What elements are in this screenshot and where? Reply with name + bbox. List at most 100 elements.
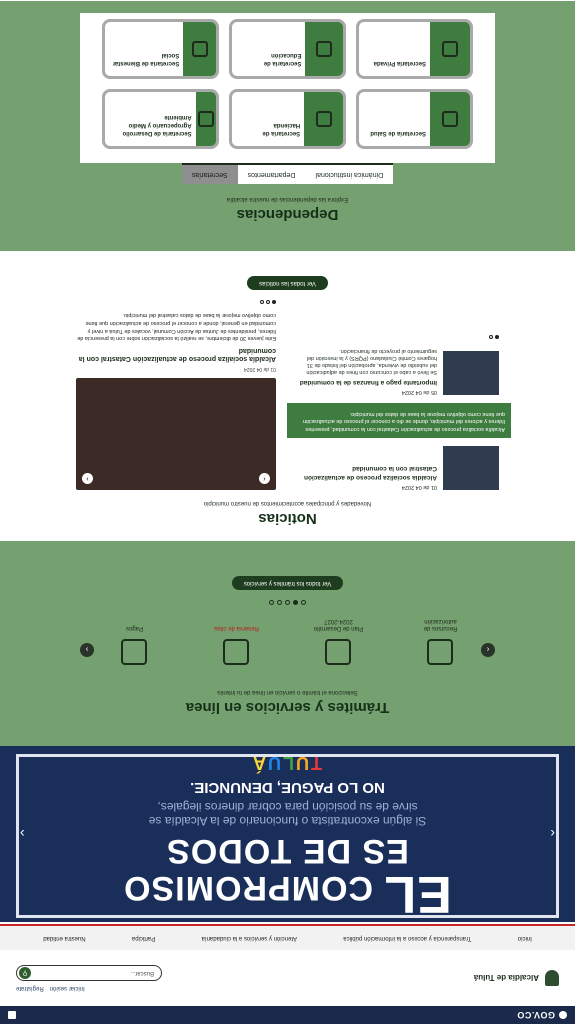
payment-icon — [121, 639, 148, 665]
news-headline: Alcaldía socializa proceso de actualizac… — [78, 346, 276, 362]
news-date: 01 de 04 2024 — [244, 366, 276, 372]
tramite-label: Reserva de citas — [214, 625, 259, 631]
news-main[interactable]: ‹ › 01 de 04 2024 Alcaldía socializa pro… — [76, 300, 276, 490]
dep-card-label: Secretaría de Educación — [263, 52, 302, 66]
news-excerpt: Este jueves 30 de diciembre, se realizó … — [77, 312, 276, 342]
tramite-pagos[interactable]: Pagos — [105, 617, 165, 665]
leaf-icon — [195, 92, 216, 146]
tramites-title: Trámites y servicios en línea — [185, 699, 390, 716]
page-dot[interactable] — [269, 599, 274, 605]
dep-card-agropecuario[interactable]: Secretaría de Desarrollo Agropecuario y … — [102, 89, 219, 149]
news-headline: Importante pago a finanzas de la comunid… — [299, 378, 437, 386]
hero-title: EL COMPROMISO ES DE TODOS — [123, 832, 452, 922]
book-icon — [305, 22, 343, 76]
nav-item-transparencia[interactable]: Transparencia y acceso a la información … — [343, 935, 471, 941]
people-icon — [183, 22, 216, 76]
nav-item-inicio[interactable]: Inicio — [518, 935, 532, 941]
news-side-body: 05 de 04 2024 Importante pago a finanzas… — [299, 347, 437, 395]
news-side-pagination — [299, 334, 499, 339]
tab-departamentos[interactable]: Departamentos — [237, 163, 306, 184]
page-dot-active[interactable] — [495, 334, 499, 339]
news-excerpt: Se llevó a cabo el concurso con fines de… — [306, 347, 437, 376]
nav-item-participa[interactable]: Participa — [132, 935, 155, 941]
finance-icon — [304, 92, 343, 146]
brand-name: Alcaldía de Tuluá — [473, 973, 539, 983]
nav-item-nuestra-entidad[interactable]: Nuestra entidad — [43, 935, 85, 941]
news-side-item[interactable]: 05 de 04 2024 Importante pago a finanzas… — [299, 347, 499, 395]
tulua-logo: T U L U Á — [253, 752, 322, 773]
page-dot-active[interactable] — [293, 599, 298, 605]
header: Alcaldía de Tuluá Iniciar sesión Regístr… — [0, 950, 575, 1006]
nav-item-atencion[interactable]: Atención y servicios a la ciudadanía — [202, 935, 297, 941]
dependencias-title: Dependencias — [236, 206, 339, 223]
dep-card-label: Secretaría de Salud — [370, 130, 426, 136]
dep-card-privada[interactable]: Secretaría Privada — [356, 19, 473, 79]
news-thumbnail — [443, 350, 499, 395]
govco-logo[interactable]: GOV.CO — [517, 1010, 567, 1020]
dep-card-hacienda[interactable]: Secretaría de Hacienda — [229, 89, 346, 149]
dep-card-salud[interactable]: Secretaría de Salud — [356, 89, 473, 149]
logo-letter: T — [311, 752, 322, 773]
auth-links: Iniciar sesión Regístrate — [16, 985, 85, 991]
tramites-next-icon[interactable]: › — [80, 643, 94, 657]
news-next-icon[interactable]: › — [82, 473, 93, 484]
news-thumbnail — [443, 446, 499, 490]
page-dot[interactable] — [489, 334, 493, 339]
login-link[interactable]: Iniciar sesión — [50, 985, 85, 991]
hero-prev-icon[interactable]: ‹ — [550, 826, 555, 842]
news-highlight[interactable]: Alcaldía socializa proceso de actualizac… — [287, 402, 511, 438]
tramite-label: Plan de Desarrollo 2024-2027 — [313, 617, 364, 631]
search-box[interactable]: Buscar... ⚲ — [16, 965, 162, 981]
gov-bar: GOV.CO — [0, 1006, 575, 1024]
language-icon[interactable] — [8, 1011, 16, 1019]
hero-banner: EL COMPROMISO ES DE TODOS Si algún excon… — [0, 746, 575, 922]
building-icon — [430, 22, 470, 76]
logo-letter: Á — [253, 752, 266, 773]
noticias-section: Noticias Novedades y principales acontec… — [0, 251, 575, 541]
tab-dinamica[interactable]: Dinámica institucional — [305, 163, 394, 184]
search-icon[interactable]: ⚲ — [19, 967, 31, 979]
news-side-list: 01 de 04 2024 Alcaldía socializa proceso… — [287, 300, 511, 490]
search-input[interactable]: Buscar... — [131, 970, 154, 976]
coat-of-arms-icon — [545, 970, 559, 986]
page-dot[interactable] — [301, 599, 306, 605]
hero-subtitle: Si algún excontratista o funcionario de … — [149, 800, 427, 828]
news-side-item[interactable]: 01 de 04 2024 Alcaldía socializa proceso… — [299, 446, 499, 490]
tramite-plan-desarrollo[interactable]: Plan de Desarrollo 2024-2027 — [309, 617, 369, 665]
tramite-recursos[interactable]: Recursos de autorización — [411, 617, 471, 665]
logo-letter: L — [283, 752, 294, 773]
all-news-button[interactable]: Ver todas las noticias — [247, 276, 328, 291]
news-main-image: ‹ › — [76, 378, 276, 490]
news-side-body: 01 de 04 2024 Alcaldía socializa proceso… — [299, 446, 437, 490]
all-tramites-button[interactable]: Ver todos los trámites y servicios — [231, 575, 344, 590]
noticias-title: Noticias — [258, 510, 317, 527]
calendar-icon — [223, 639, 250, 665]
tab-secretarias[interactable]: Secretarías — [181, 163, 238, 184]
map-icon — [325, 639, 352, 665]
page-dot-active[interactable] — [272, 300, 276, 305]
dep-card-bienestar[interactable]: Secretaría de Bienestar Social — [102, 19, 219, 79]
tramites-subtitle: Selecciona el trámite o servicio en líne… — [217, 689, 358, 695]
tramites-prev-icon[interactable]: ‹ — [481, 643, 495, 657]
noticias-subtitle: Novedades y principales acontecimientos … — [203, 500, 372, 506]
main-nav: Inicio Transparencia y acceso a la infor… — [0, 924, 575, 950]
page-dot[interactable] — [277, 599, 282, 605]
brand[interactable]: Alcaldía de Tuluá — [474, 970, 559, 986]
news-headline: Alcaldía socializa proceso de actualizac… — [304, 465, 437, 481]
dependencias-subtitle: Explora las dependencias de nuestra alca… — [226, 196, 349, 202]
dep-card-educacion[interactable]: Secretaría de Educación — [229, 19, 346, 79]
tramite-reserva-citas[interactable]: Reserva de citas — [207, 617, 267, 665]
hero-frame: EL COMPROMISO ES DE TODOS Si algún excon… — [16, 752, 559, 922]
register-link[interactable]: Regístrate — [16, 985, 44, 991]
page-dot[interactable] — [260, 300, 264, 305]
hero-next-icon[interactable]: › — [20, 826, 25, 842]
page-dot[interactable] — [285, 599, 290, 605]
news-prev-icon[interactable]: ‹ — [259, 473, 270, 484]
page-dot[interactable] — [266, 300, 270, 305]
header-right: Iniciar sesión Regístrate Buscar... ⚲ — [16, 965, 162, 991]
tramite-label: Pagos — [126, 625, 144, 631]
logo-letter: U — [296, 752, 309, 773]
news-date: 01 de 04 2024 — [401, 484, 437, 490]
dep-card-label: Secretaría de Bienestar Social — [112, 52, 180, 66]
hero-subtitle-2: sirve de su posición para cobrar dineros… — [157, 800, 418, 814]
